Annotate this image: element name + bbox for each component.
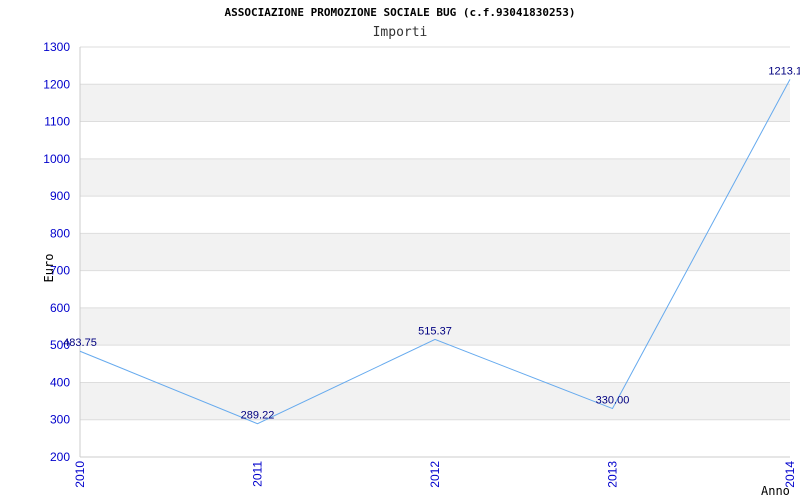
data-label: 330.00 xyxy=(596,395,630,407)
x-tick-label: 2010 xyxy=(73,461,87,488)
data-label: 1213.1 xyxy=(768,65,800,77)
y-tick-labels: 2003004005006007008009001000110012001300 xyxy=(43,40,70,464)
y-tick-label: 1100 xyxy=(44,115,70,129)
x-tick-label: 2011 xyxy=(251,461,265,487)
x-tick-labels: 2010 2011 2012 2013 2014 xyxy=(73,461,797,488)
x-tick-label: 2013 xyxy=(606,461,620,488)
y-tick-label: 900 xyxy=(50,189,70,203)
grid-bands xyxy=(80,84,790,420)
y-tick-label: 300 xyxy=(50,413,70,427)
y-tick-label: 400 xyxy=(50,375,70,389)
y-tick-label: 600 xyxy=(50,301,70,315)
grid-band xyxy=(80,233,790,271)
y-axis-title: Euro xyxy=(42,254,56,283)
x-tick-label: 2012 xyxy=(428,461,442,488)
data-label: 483.75 xyxy=(63,337,97,349)
x-axis-title: Anno xyxy=(761,484,790,498)
y-tick-label: 1000 xyxy=(43,152,70,166)
data-label: 515.37 xyxy=(418,325,452,337)
grid-band xyxy=(80,84,790,122)
y-tick-label: 200 xyxy=(50,450,70,464)
y-tick-label: 800 xyxy=(50,226,70,240)
line-chart: 2003004005006007008009001000110012001300… xyxy=(42,40,800,498)
y-tick-label: 1200 xyxy=(43,77,70,91)
grid-band xyxy=(80,382,790,420)
y-tick-label: 1300 xyxy=(43,40,70,54)
grid-band xyxy=(80,158,790,197)
data-label: 289.22 xyxy=(241,410,275,422)
